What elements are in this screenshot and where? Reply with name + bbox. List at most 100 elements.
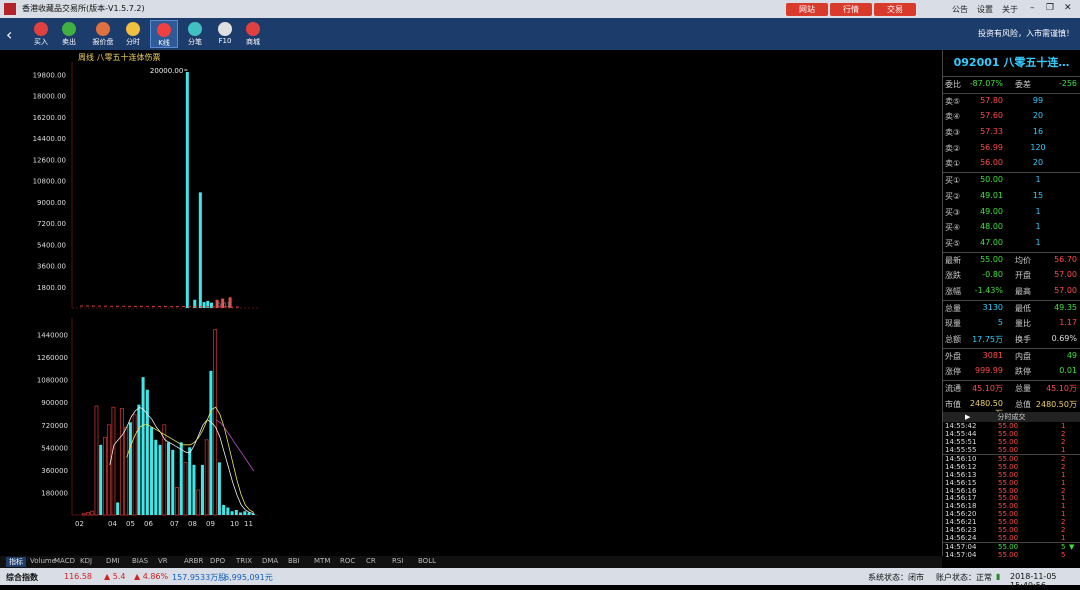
toolbar-kline-button[interactable]: K线 (150, 20, 178, 48)
ratio-value: -87.07% (969, 79, 1003, 88)
toolbar-quote-button[interactable]: 报价盘 (90, 20, 116, 47)
tick-price: 55.00 (998, 494, 1019, 503)
tab-6[interactable]: VR (158, 557, 168, 565)
volume-bar (128, 422, 132, 515)
volume-bar (137, 404, 141, 515)
level-label: 买① (945, 176, 961, 186)
tick-price: 55.00 (998, 478, 1019, 487)
back-arrow-icon[interactable]: ‹ (6, 25, 12, 44)
play-icon[interactable]: ▶ (965, 412, 970, 422)
ticks-title: 分时成交 (997, 413, 1026, 422)
tab-5[interactable]: BIAS (132, 557, 148, 565)
toolbar-buy-button[interactable]: 买入 (28, 20, 54, 47)
toolbar-label: 买入 (34, 38, 48, 46)
toolbar-label: 分笔 (188, 38, 202, 46)
tab-13[interactable]: ROC (340, 557, 355, 565)
tick-row: 14:57:04 55.00 5 ▼ (943, 541, 1080, 551)
tick-row: 14:55:42 55.00 1 (943, 422, 1080, 430)
tick-time: 14:56:21 (945, 518, 977, 527)
stat-value: 0.01 (1059, 366, 1077, 376)
chart-canvas[interactable]: 1800.00 3600.00 5400.00 7200.00 9000.00 10800… (0, 50, 942, 556)
volume-bar (222, 504, 226, 515)
tab-3[interactable]: KDJ (80, 557, 92, 565)
stat-value: 57.00 (1054, 270, 1077, 280)
level-label: 卖③ (945, 128, 961, 138)
status-bar: 综合指数 116.58 ▲ 5.4 ▲ 4.86% 157.9533万股 6,9… (0, 568, 1080, 590)
tab-16[interactable]: BOLL (418, 557, 436, 565)
stat-label: 最低 (1015, 303, 1031, 313)
level-volume: 16 (1032, 127, 1044, 137)
x-tick-label: 04 (108, 520, 117, 528)
x-tick-label: 05 (126, 520, 135, 528)
tab-4[interactable]: DMI (106, 557, 120, 565)
kline-chart-area[interactable]: 1800.00 3600.00 5400.00 7200.00 9000.00 10800… (0, 50, 943, 556)
tick-qty: 2 (1061, 486, 1066, 495)
ask-row: 卖⑤ 57.80 99 (943, 94, 1080, 110)
settings-link[interactable]: 设置 (977, 4, 993, 15)
trade-button[interactable]: 交易 (874, 3, 916, 16)
volume-tick-label: 1260000 (37, 354, 68, 362)
tick-price: 55.00 (998, 533, 1019, 542)
tick-qty: 1 (1061, 510, 1066, 519)
toolbar-tick-button[interactable]: 分笔 (182, 20, 208, 47)
toolbar-timeshare-button[interactable]: 分时 (120, 20, 146, 47)
stat-row: 现量 5 量比 1.17 (943, 316, 1080, 332)
level-price: 57.33 (980, 127, 1003, 137)
tab-9[interactable]: TRIX (236, 557, 252, 565)
stock-header: 092001 八零五十连… (943, 50, 1080, 77)
tab-0[interactable]: 指标 (6, 557, 26, 567)
tab-7[interactable]: ARBR (184, 557, 203, 565)
tab-10[interactable]: DMA (262, 557, 278, 565)
tick-row: 14:56:17 55.00 1 (943, 494, 1080, 502)
index-value: 116.58 (64, 572, 92, 581)
tick-time: 14:55:42 (945, 422, 977, 431)
tick-time: 14:57:04 (945, 550, 977, 559)
price-tick-label: 12600.00 (33, 156, 66, 164)
stat-row: 总额 17.75万 换手 0.69% (943, 332, 1080, 348)
tab-15[interactable]: RSI (392, 557, 403, 565)
stat-value: 3081 (982, 350, 1003, 360)
tab-8[interactable]: DPO (210, 557, 225, 565)
volume-bar (226, 507, 230, 515)
stat-row: 涨幅 -1.43% 最高 57.00 (943, 284, 1080, 300)
level-price: 48.00 (980, 222, 1003, 232)
close-icon[interactable]: ✕ (1064, 3, 1072, 13)
ask-row: 卖① 56.00 20 (943, 156, 1080, 172)
tick-row: 14:56:20 55.00 1 (943, 510, 1080, 518)
stat-label: 现量 (945, 319, 961, 329)
tick-row: 14:56:16 55.00 2 (943, 487, 1080, 495)
announcement-link[interactable]: 公告 (952, 4, 968, 15)
tick-qty: 2 (1061, 526, 1066, 535)
stat-row: 涨停 999.99 跌停 0.01 (943, 364, 1080, 380)
volume-bar (107, 424, 112, 516)
tab-2[interactable]: MACD (54, 557, 75, 565)
tab-14[interactable]: CR (366, 557, 376, 565)
volume-tick-label: 180000 (41, 489, 68, 497)
volume-bar (94, 405, 99, 516)
volume-bar (154, 439, 158, 515)
restore-icon[interactable]: ❐ (1046, 3, 1054, 13)
toolbar-label: K线 (158, 39, 170, 47)
minimize-icon[interactable]: – (1030, 3, 1035, 13)
toolbar-f10-button[interactable]: F10 (212, 20, 238, 45)
index-change: ▲ 5.4 (104, 572, 126, 581)
ask-row: 卖③ 57.33 16 (943, 125, 1080, 141)
tick-time: 14:56:18 (945, 502, 977, 511)
about-link[interactable]: 关于 (1002, 4, 1018, 15)
tab-11[interactable]: BBI (288, 557, 300, 565)
tick-time: 14:55:51 (945, 438, 977, 447)
toolbar-sell-button[interactable]: 卖出 (56, 20, 82, 47)
toolbar-mall-button[interactable]: 商城 (240, 20, 266, 47)
tab-1[interactable]: Volume (30, 557, 56, 565)
stat-label: 涨停 (945, 367, 961, 377)
price-tick-label: 16200.00 (33, 114, 66, 122)
market-button[interactable]: 行情 (830, 3, 872, 16)
website-button[interactable]: 网站 (786, 3, 828, 16)
tick-qty: 5 (1061, 542, 1066, 551)
tick-time: 14:56:16 (945, 486, 977, 495)
tab-12[interactable]: MTM (314, 557, 330, 565)
status-datetime: 2018-11-05 15:49:56 (1010, 572, 1057, 590)
index-volume: 157.9533万股 (172, 573, 227, 582)
level-price: 56.00 (980, 158, 1003, 168)
stat-label: 市值 (945, 399, 961, 409)
